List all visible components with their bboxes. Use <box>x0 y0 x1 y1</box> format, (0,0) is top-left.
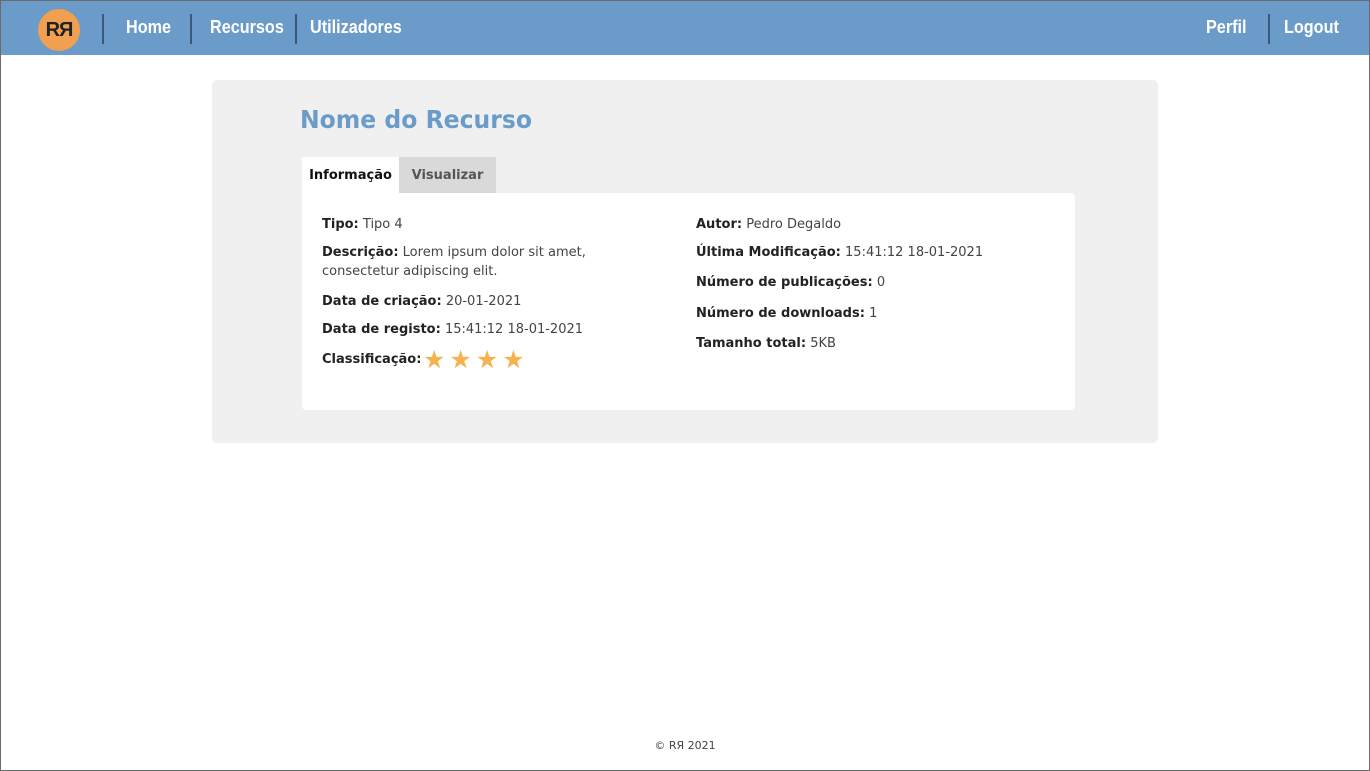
author-value: Pedro Degaldo <box>746 217 842 232</box>
created-label: Data de criação: <box>322 294 442 309</box>
downloads-value: 1 <box>869 306 878 321</box>
description-label: Descrição: <box>322 245 399 260</box>
nav-users-link[interactable]: Utilizadores <box>310 17 402 38</box>
nav-divider <box>295 14 297 44</box>
type-label: Tipo: <box>322 217 359 232</box>
star-rating: ★ ★ ★ ★ <box>423 347 525 372</box>
modified-field: Última Modificação: 15:41:12 18-01-2021 <box>696 243 983 262</box>
registered-label: Data de registo: <box>322 322 441 337</box>
author-field: Autor: Pedro Degaldo <box>696 215 841 234</box>
nav-resources-link[interactable]: Recursos <box>210 17 284 38</box>
modified-value: 15:41:12 18-01-2021 <box>845 245 984 260</box>
star-icon: ★ <box>502 345 525 374</box>
type-value: Tipo 4 <box>362 217 403 232</box>
size-value: 5KB <box>810 336 836 351</box>
modified-label: Última Modificação: <box>696 245 841 260</box>
logo[interactable]: RЯ <box>38 9 80 51</box>
footer: © RЯ 2021 <box>654 739 716 752</box>
page-title: Nome do Recurso <box>300 105 532 134</box>
star-icon: ★ <box>423 345 446 374</box>
nav-divider <box>102 14 104 44</box>
type-field: Tipo: Tipo 4 <box>322 215 403 234</box>
size-label: Tamanho total: <box>696 336 807 351</box>
downloads-label: Número de downloads: <box>696 306 865 321</box>
publications-field: Número de publicações: 0 <box>696 273 885 292</box>
created-value: 20-01-2021 <box>445 294 522 309</box>
downloads-field: Número de downloads: 1 <box>696 304 877 323</box>
rating-label: Classificação: <box>322 352 422 367</box>
registered-field: Data de registo: 15:41:12 18-01-2021 <box>322 320 583 339</box>
size-field: Tamanho total: 5KB <box>696 334 836 353</box>
profile-link[interactable]: Perfil <box>1206 17 1247 38</box>
star-icon: ★ <box>449 345 472 374</box>
description-field: Descrição: Lorem ipsum dolor sit amet, c… <box>322 243 667 281</box>
publications-label: Número de publicações: <box>696 275 873 290</box>
nav-divider <box>1268 14 1270 44</box>
nav-home-link[interactable]: Home <box>126 17 171 38</box>
publications-value: 0 <box>876 275 886 290</box>
rating-field: Classificação: <box>322 350 421 369</box>
created-field: Data de criação: 20-01-2021 <box>322 292 521 311</box>
author-label: Autor: <box>696 217 743 232</box>
star-icon: ★ <box>475 345 499 374</box>
tab-information[interactable]: Informação <box>302 157 399 193</box>
nav-divider <box>190 14 192 44</box>
top-navbar: RЯ Home Recursos Utilizadores Perfil Log… <box>1 1 1369 55</box>
tab-visualize[interactable]: Visualizar <box>399 157 496 193</box>
logout-link[interactable]: Logout <box>1284 17 1339 38</box>
registered-value: 15:41:12 18-01-2021 <box>444 322 584 337</box>
